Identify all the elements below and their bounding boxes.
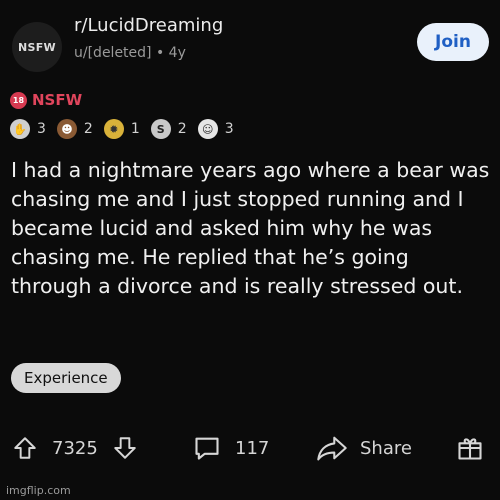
award-wholesome[interactable]: ☺ 3 — [197, 119, 234, 139]
nsfw-tag: 18 NSFW — [10, 91, 82, 109]
comment-bubble-icon — [195, 437, 219, 460]
award-count: 2 — [83, 121, 93, 137]
post-header: NSFW r/LucidDreaming u/[deleted] • 4y Jo… — [0, 0, 500, 80]
award-count: 1 — [130, 121, 140, 137]
wholesome-award-icon: ☺ — [197, 119, 218, 139]
watermark: imgflip.com — [6, 484, 71, 497]
post-flair[interactable]: Experience — [11, 363, 121, 393]
share-label: Share — [360, 437, 412, 459]
award-gift-button[interactable] — [456, 430, 484, 466]
share-arrow-icon — [317, 436, 347, 461]
award-count: 3 — [224, 121, 234, 137]
vote-count: 7325 — [52, 437, 98, 459]
gift-award-icon — [458, 438, 482, 460]
hand-award-icon: ✋ — [10, 119, 30, 139]
upvote-button[interactable] — [12, 430, 38, 466]
avatar-text: NSFW — [18, 40, 56, 54]
award-face[interactable]: ☻ 2 — [56, 119, 93, 139]
upvote-arrow-icon — [14, 437, 36, 459]
comments-button[interactable]: 117 — [193, 430, 269, 466]
award-count: 3 — [37, 121, 46, 137]
downvote-arrow-icon — [114, 437, 136, 459]
post-body-text: I had a nightmare years ago where a bear… — [11, 158, 490, 298]
share-button[interactable]: Share — [316, 430, 412, 466]
awards-bar[interactable]: ✋ 3 ☻ 2 ✹ 1 S 2 ☺ 3 — [10, 119, 245, 139]
silver-coin-award-icon: S — [150, 119, 171, 139]
comment-count: 117 — [235, 437, 270, 459]
subreddit-name[interactable]: r/LucidDreaming — [74, 15, 223, 36]
subreddit-avatar[interactable]: NSFW — [12, 22, 62, 72]
award-count: 2 — [177, 121, 187, 137]
nsfw-18-icon: 18 — [10, 91, 27, 109]
lightbulb-award-icon: ✹ — [103, 119, 124, 139]
award-silver[interactable]: S 2 — [150, 119, 187, 139]
post-action-bar: 7325 117 Share — [0, 430, 500, 466]
downvote-button[interactable] — [112, 430, 138, 466]
join-button[interactable]: Join — [417, 23, 489, 61]
award-hand[interactable]: ✋ 3 — [10, 119, 46, 139]
nsfw-label: NSFW — [32, 91, 83, 109]
post-author-meta: u/[deleted] • 4y — [74, 45, 186, 61]
face-award-icon: ☻ — [56, 119, 77, 139]
award-lightbulb[interactable]: ✹ 1 — [103, 119, 140, 139]
